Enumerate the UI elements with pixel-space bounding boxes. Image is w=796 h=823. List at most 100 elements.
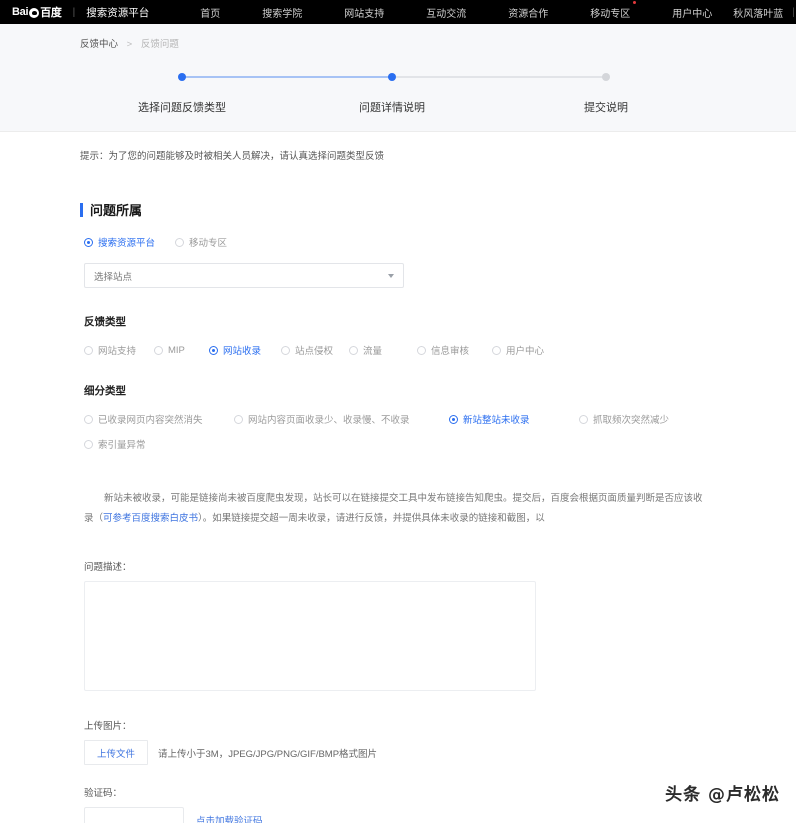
- chevron-down-icon: [388, 273, 394, 278]
- nav-item-academy[interactable]: 搜索学院: [241, 5, 323, 20]
- watermark-text: 头条 @卢松松: [665, 785, 780, 805]
- radio-feedback-infringement[interactable]: 站点侵权: [281, 343, 349, 357]
- radio-circle-icon: [154, 345, 163, 355]
- username-label[interactable]: 秋风落叶蓝: [733, 5, 783, 20]
- radio-circle-icon: [417, 345, 426, 355]
- radio-feedback-info-review[interactable]: 信息审核: [417, 343, 492, 357]
- radio-feedback-mip[interactable]: MIP: [154, 345, 209, 356]
- stepper-line-2: [396, 76, 606, 78]
- radio-label: 站点侵权: [295, 346, 334, 357]
- section-title-problem-scope: 问题所属: [0, 162, 796, 219]
- radio-label: 索引量异常: [98, 440, 146, 451]
- nav-item-user-center[interactable]: 用户中心: [651, 5, 733, 20]
- stepper-line-1: [182, 76, 392, 78]
- radio-label: 搜索资源平台: [98, 238, 156, 249]
- nav-user-separator: |: [792, 6, 795, 18]
- breadcrumb-parent[interactable]: 反馈中心: [80, 39, 118, 50]
- radio-feedback-user-center[interactable]: 用户中心: [492, 343, 544, 357]
- stepper-label-1: 选择问题反馈类型: [138, 102, 226, 114]
- radio-label: 抓取频次突然减少: [593, 415, 670, 426]
- brand-logo[interactable]: Bai 百度 | 搜索资源平台: [12, 4, 149, 20]
- radio-subtype-new-site-not-indexed[interactable]: 新站整站未收录: [449, 412, 579, 426]
- radio-label: MIP: [168, 344, 185, 356]
- radio-feedback-site-indexing[interactable]: 网站收录: [209, 343, 281, 357]
- stepper-dot-3[interactable]: [602, 73, 610, 81]
- stepper-dot-1[interactable]: [178, 73, 186, 81]
- radio-feedback-traffic[interactable]: 流量: [349, 343, 417, 357]
- radio-subtype-content-disappeared[interactable]: 已收录网页内容突然消失: [84, 412, 234, 426]
- baidu-logo-icon: Bai 百度: [12, 4, 62, 20]
- platform-field-block: 搜索资源平台 移动专区 选择站点: [0, 235, 796, 288]
- nav-item-resource-coop[interactable]: 资源合作: [487, 5, 569, 20]
- radio-label: 网站支持: [98, 346, 137, 357]
- radio-circle-icon: [84, 414, 93, 424]
- upload-label: 上传图片：: [84, 721, 132, 732]
- nav-item-site-support[interactable]: 网站支持: [323, 5, 405, 20]
- description-textarea[interactable]: [84, 581, 536, 691]
- section-title-label: 问题所属: [90, 203, 143, 218]
- breadcrumb-separator-icon: >: [126, 39, 133, 50]
- nav-user-area: 秋风落叶蓝 | 退出: [733, 5, 796, 20]
- radio-platform-search-resource[interactable]: 搜索资源平台: [84, 235, 155, 249]
- radio-label: 移动专区: [189, 238, 228, 249]
- feedback-type-field-block: 网站支持 MIP 网站收录 站点侵权 流量 信息审核 用户中心: [0, 343, 796, 357]
- breadcrumb: 反馈中心 > 反馈问题: [0, 24, 796, 50]
- feedback-type-radio-group: 网站支持 MIP 网站收录 站点侵权 流量 信息审核 用户中心: [84, 343, 796, 357]
- sub-type-field-block: 已收录网页内容突然消失 网站内容页面收录少、收录慢、不收录 新站整站未收录 抓取…: [0, 412, 796, 451]
- nav-item-mobile-zone[interactable]: 移动专区: [569, 0, 651, 20]
- stepper-label-3: 提交说明: [584, 102, 628, 114]
- radio-circle-icon: [209, 345, 218, 355]
- radio-label: 网站收录: [223, 346, 262, 357]
- stepper-dot-2[interactable]: [388, 73, 396, 81]
- upload-file-button[interactable]: 上传文件: [84, 740, 148, 765]
- top-navigation-bar: Bai 百度 | 搜索资源平台 首页 搜索学院 网站支持 互动交流 资源合作 移动…: [0, 0, 796, 24]
- radio-circle-icon: [449, 414, 458, 424]
- site-select[interactable]: 选择站点: [84, 263, 404, 288]
- radio-feedback-site-support[interactable]: 网站支持: [84, 343, 154, 357]
- radio-label: 流量: [363, 346, 383, 357]
- nav-item-list: 首页 搜索学院 网站支持 互动交流 资源合作 移动专区 用户中心: [179, 0, 733, 20]
- progress-stepper: 选择问题反馈类型 问题详情说明 提交说明: [98, 64, 698, 120]
- radio-circle-icon: [84, 345, 93, 355]
- stepper-track: 选择问题反馈类型 问题详情说明 提交说明: [98, 73, 698, 129]
- brand-subtitle: 搜索资源平台: [86, 6, 150, 19]
- page-banner: 反馈中心 > 反馈问题 选择问题反馈类型 问题详情说明 提交说明: [0, 24, 796, 132]
- radio-label: 信息审核: [431, 346, 470, 357]
- feedback-type-label: 反馈类型: [84, 316, 126, 328]
- breadcrumb-current: 反馈问题: [140, 39, 179, 50]
- captcha-input[interactable]: [84, 807, 184, 823]
- radio-label: 已收录网页内容突然消失: [98, 415, 203, 426]
- radio-label: 网站内容页面收录少、收录慢、不收录: [248, 415, 410, 426]
- logo-cn-text: 百度: [40, 7, 62, 19]
- page-root: Bai 百度 | 搜索资源平台 首页 搜索学院 网站支持 互动交流 资源合作 移动…: [0, 0, 796, 823]
- radio-subtype-low-indexing[interactable]: 网站内容页面收录少、收录慢、不收录: [234, 412, 449, 426]
- radio-circle-icon: [349, 345, 358, 355]
- radio-circle-icon: [492, 345, 501, 355]
- site-select-value: 选择站点: [94, 271, 133, 283]
- stepper-label-2: 问题详情说明: [359, 102, 425, 114]
- radio-circle-icon: [579, 414, 588, 424]
- whitepaper-link[interactable]: 可参考百度搜索白皮书: [103, 513, 198, 524]
- nav-item-interaction[interactable]: 互动交流: [405, 5, 487, 20]
- radio-subtype-index-anomaly[interactable]: 索引量异常: [84, 437, 234, 451]
- explanation-paragraph: 新站未被收录，可能是链接尚未被百度爬虫发现，站长可以在链接提交工具中发布链接告知…: [0, 489, 796, 529]
- load-captcha-link[interactable]: 点击加载验证码: [196, 813, 263, 823]
- captcha-row: 点击加载验证码: [84, 807, 796, 823]
- main-content: 提示：为了您的问题能够及时被相关人员解决，请认真选择问题类型反馈 问题所属 搜索…: [0, 132, 796, 823]
- upload-hint-text: 请上传小于3M，JPEG/JPG/PNG/GIF/BMP格式图片: [158, 748, 378, 760]
- radio-platform-mobile-zone[interactable]: 移动专区: [175, 235, 227, 249]
- description-label: 问题描述：: [84, 562, 132, 573]
- section-accent-bar-icon: [80, 202, 83, 217]
- sub-type-radio-group: 已收录网页内容突然消失 网站内容页面收录少、收录慢、不收录 新站整站未收录 抓取…: [84, 412, 796, 451]
- radio-circle-icon: [234, 414, 243, 424]
- radio-subtype-crawl-drop[interactable]: 抓取频次突然减少: [579, 412, 719, 426]
- radio-circle-icon: [84, 439, 93, 449]
- radio-circle-icon: [84, 237, 93, 247]
- tip-text: 提示：为了您的问题能够及时被相关人员解决，请认真选择问题类型反馈: [80, 151, 385, 162]
- bear-paw-icon: [29, 8, 40, 18]
- radio-label: 用户中心: [506, 346, 545, 357]
- nav-item-home[interactable]: 首页: [179, 5, 241, 20]
- radio-label: 新站整站未收录: [463, 415, 530, 426]
- explanation-part2: ）。如果链接提交超一周未收录，请进行反馈，并提供具体未收录的链接和截图，以: [198, 513, 545, 524]
- radio-circle-icon: [175, 237, 185, 247]
